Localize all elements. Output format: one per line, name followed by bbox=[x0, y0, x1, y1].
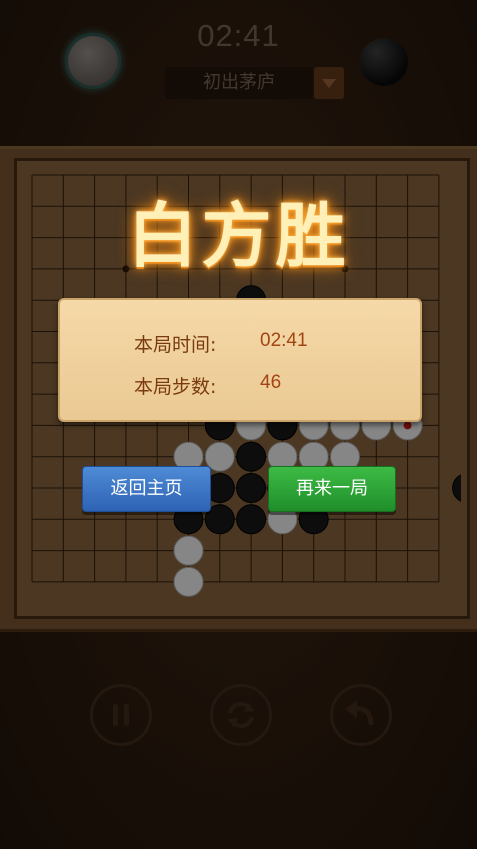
black-player-avatar bbox=[360, 38, 408, 86]
black-stone bbox=[452, 474, 461, 502]
black-stone bbox=[236, 441, 267, 472]
moves-value: 46 bbox=[260, 372, 282, 393]
time-value: 02:41 bbox=[260, 330, 308, 351]
moves-label: 本局步数: bbox=[134, 376, 217, 398]
pause-icon bbox=[113, 704, 129, 726]
restart-icon bbox=[228, 702, 254, 728]
restart-button[interactable] bbox=[210, 684, 272, 746]
result-info-panel: 本局时间: 02:41 本局步数: 46 bbox=[58, 298, 422, 422]
play-again-button[interactable]: 再来一局 bbox=[268, 466, 396, 512]
white-stone bbox=[173, 566, 204, 597]
result-title: 白方胜 bbox=[127, 195, 350, 277]
time-label: 本局时间: bbox=[134, 334, 217, 356]
pause-button[interactable] bbox=[90, 684, 152, 746]
black-stone bbox=[236, 504, 267, 535]
undo-button[interactable] bbox=[330, 684, 392, 746]
game-timer: 02:41 bbox=[197, 18, 280, 53]
black-stone bbox=[236, 473, 267, 503]
back-to-home-button[interactable]: 返回主页 bbox=[82, 466, 211, 512]
difficulty-select[interactable]: 初出茅庐 bbox=[165, 67, 313, 99]
undo-icon bbox=[345, 700, 374, 726]
chevron-down-icon[interactable] bbox=[314, 67, 344, 99]
white-stone bbox=[173, 535, 204, 566]
last-move-marker bbox=[403, 421, 412, 430]
